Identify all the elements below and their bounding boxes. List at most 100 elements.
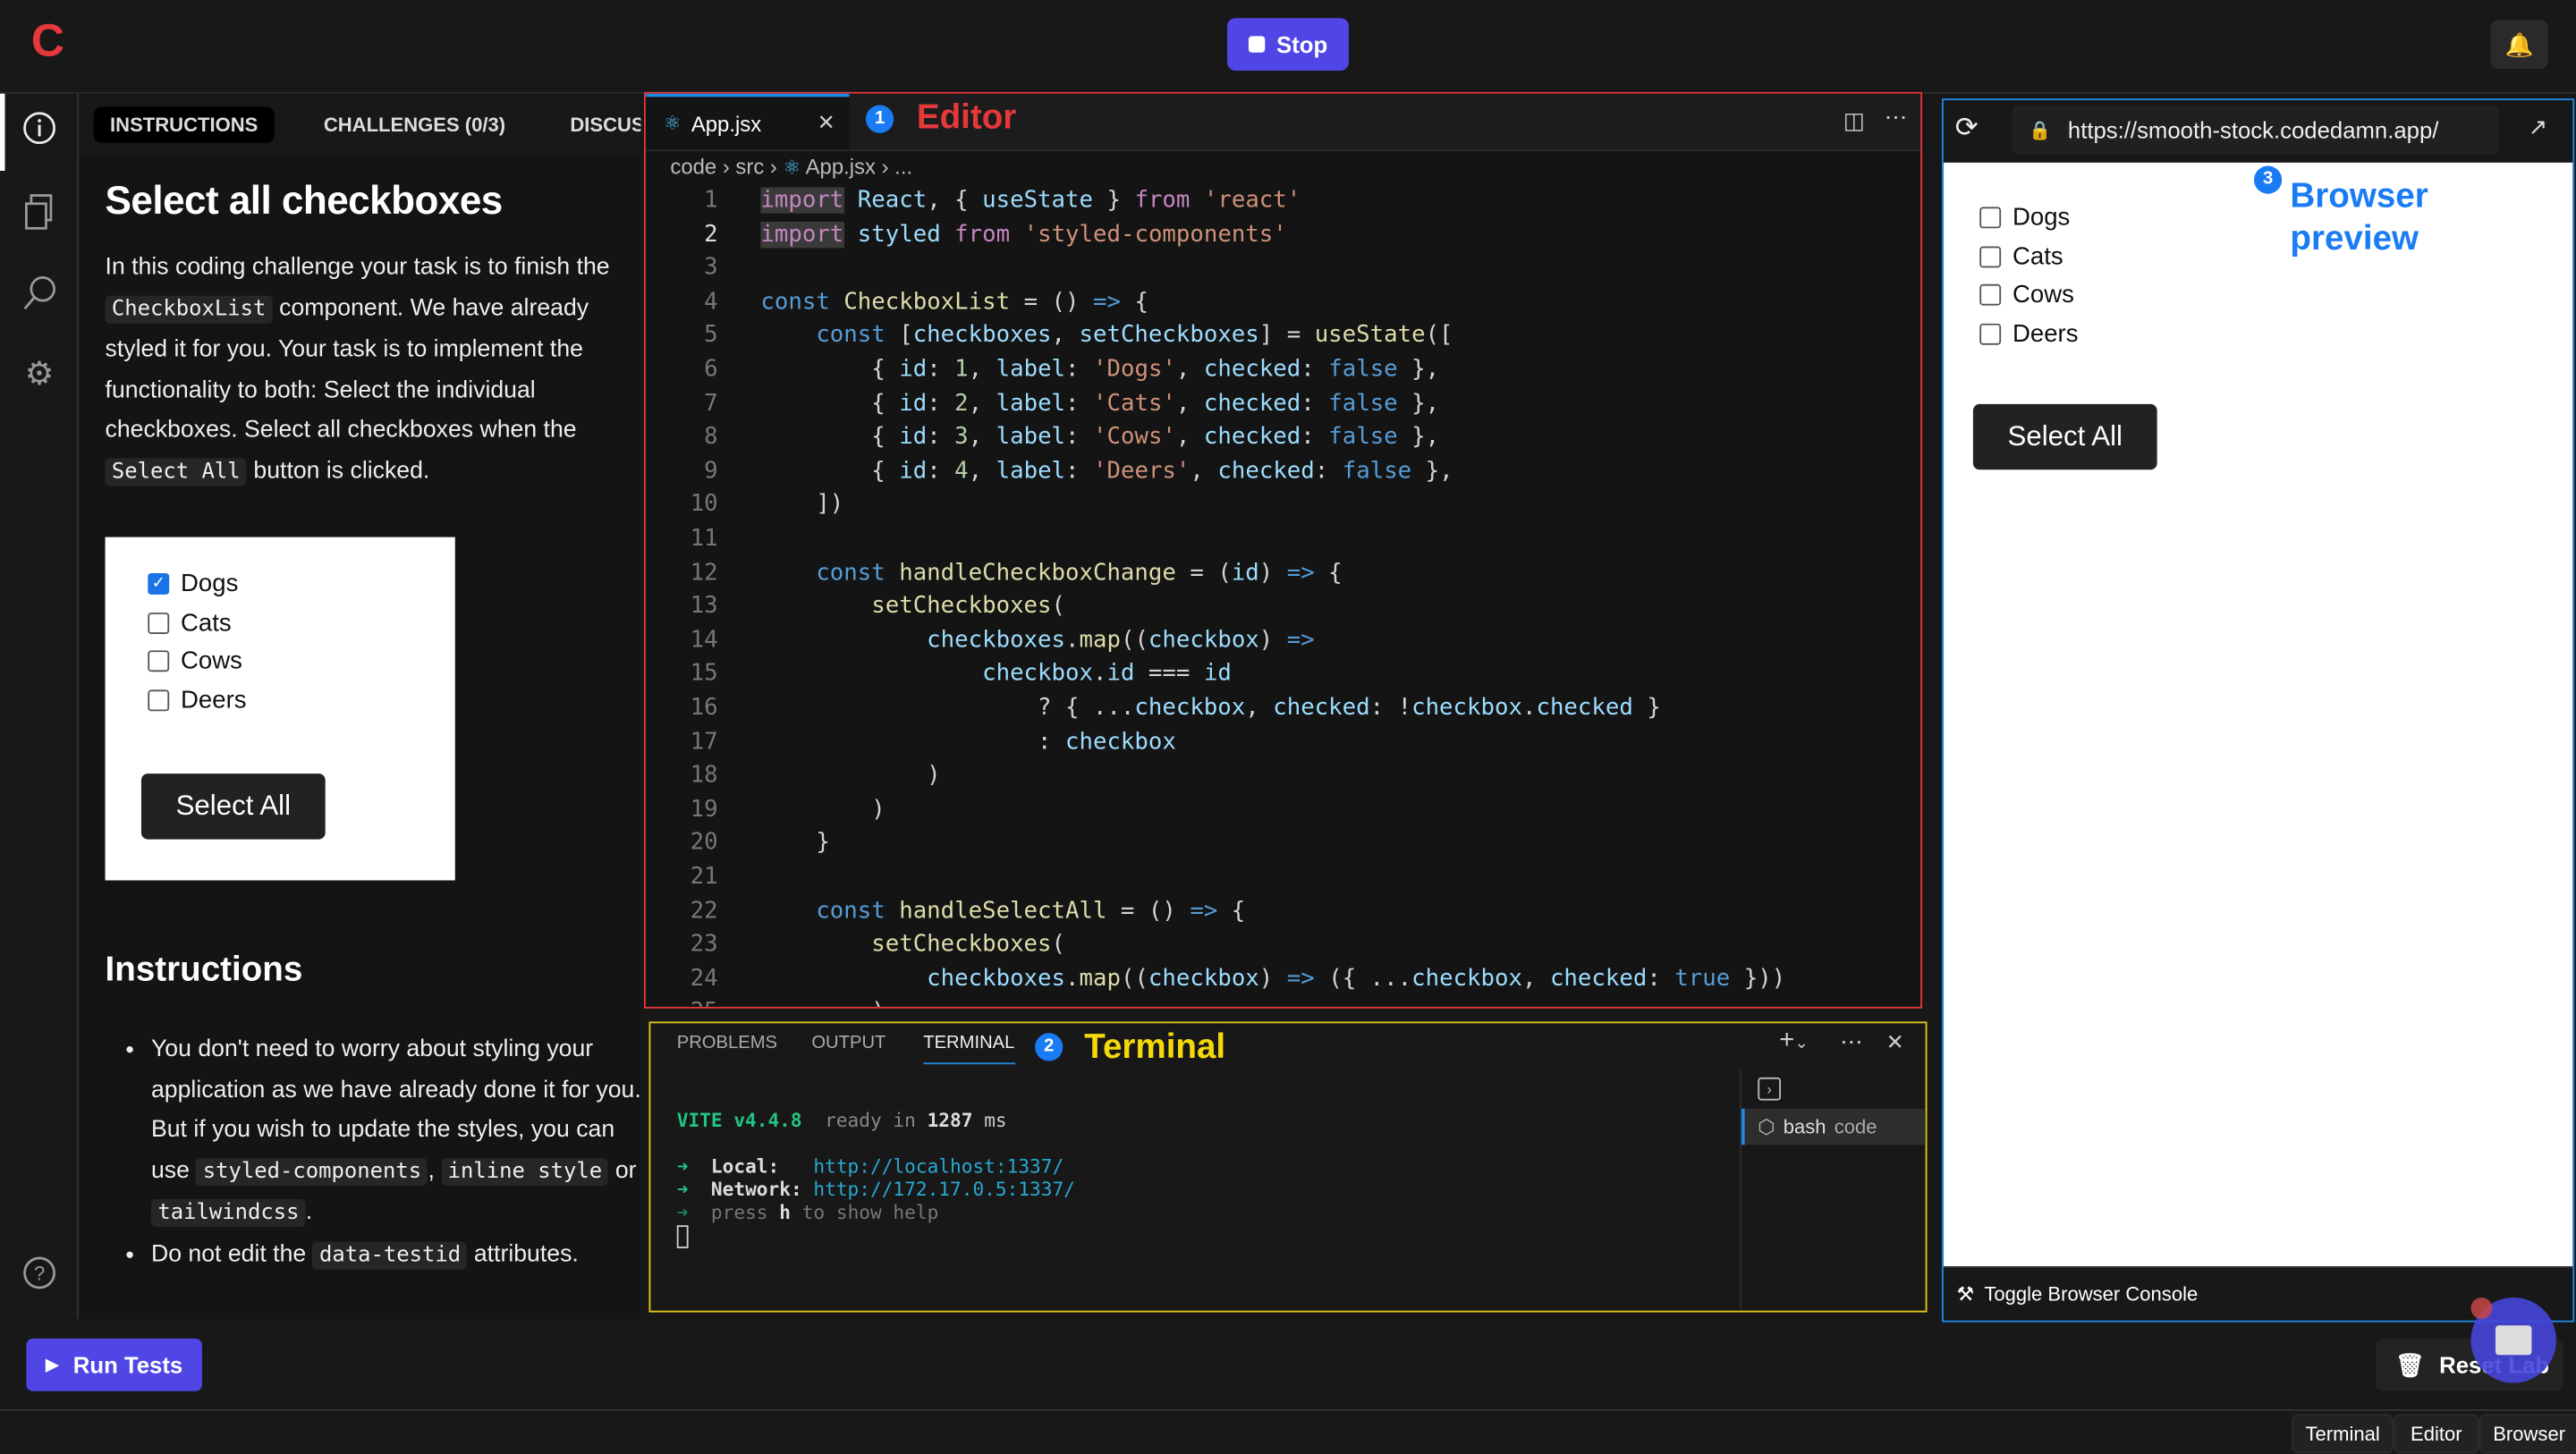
code-text: ]) xyxy=(760,488,843,522)
help-icon[interactable]: ? xyxy=(18,1255,61,1298)
code-token: : xyxy=(1065,356,1094,383)
code-token: false xyxy=(1328,424,1398,451)
tab-instructions[interactable]: INSTRUCTIONS xyxy=(93,106,275,143)
code-text: const handleSelectAll = () => { xyxy=(760,894,1245,928)
checkbox[interactable] xyxy=(1979,245,2002,267)
crumb[interactable]: ... xyxy=(894,155,912,180)
code-token: , xyxy=(968,424,996,451)
checkbox[interactable]: ✓ xyxy=(148,573,170,595)
network-url[interactable]: http://172.17.0.5:1337/ xyxy=(813,1178,1074,1201)
code-token: import xyxy=(760,221,844,248)
tab-label: App.jsx xyxy=(691,110,762,136)
tab-discussions[interactable]: DISCUSSIONS xyxy=(554,106,640,142)
checkbox-item[interactable]: Deers xyxy=(1979,319,2078,347)
code-token: , xyxy=(1175,390,1204,417)
checkbox[interactable] xyxy=(1979,283,2002,306)
checkbox[interactable] xyxy=(1979,207,2002,229)
checkbox[interactable] xyxy=(148,689,170,711)
code-token: { xyxy=(1120,288,1148,316)
code-token: checked xyxy=(1203,356,1301,383)
code-line: 23 setCheckboxes( xyxy=(646,928,1920,962)
code-token: 1 xyxy=(954,356,969,383)
code-token: ] = xyxy=(1258,322,1315,350)
code-token: const xyxy=(760,897,886,925)
checkbox-item[interactable]: Cats xyxy=(1979,242,2063,270)
browser-label: Browser preview xyxy=(2290,177,2428,258)
close-panel-icon[interactable]: ✕ xyxy=(1886,1030,1904,1056)
toggle-editor-button[interactable]: Editor xyxy=(2394,1414,2479,1454)
local-label: Local: xyxy=(710,1154,780,1178)
code-text: setCheckboxes( xyxy=(760,928,1065,962)
editor-badge: 1 xyxy=(865,105,894,133)
info-icon[interactable] xyxy=(18,110,61,153)
checkbox-item[interactable]: ✓ Dogs xyxy=(148,570,238,598)
code-token: : xyxy=(1065,458,1094,485)
browser-url-bar: ⟳ 🔒 https://smooth-stock.codedamn.app/ ↗ xyxy=(1944,100,2572,163)
tab-terminal[interactable]: TERMINAL xyxy=(923,1033,1015,1065)
trash-icon: 🗑 xyxy=(2394,1350,2425,1378)
code-line: 24 checkboxes.map((checkbox) => ({ ...ch… xyxy=(646,962,1920,996)
checkbox[interactable] xyxy=(1979,322,2002,344)
line-number: 10 xyxy=(690,491,718,519)
checkbox-item[interactable]: Cats xyxy=(148,609,232,637)
run-tests-button[interactable]: ▶ Run Tests xyxy=(26,1338,202,1391)
code-token: }, xyxy=(1397,356,1440,383)
lock-icon: 🔒 xyxy=(2029,120,2052,141)
line-number: 7 xyxy=(704,390,718,417)
terminal-instance-bash[interactable]: ⬡ bash code xyxy=(1741,1108,1926,1145)
code-line: 22 const handleSelectAll = () => { xyxy=(646,894,1920,928)
crumb[interactable]: src xyxy=(735,155,764,180)
local-url[interactable]: http://localhost:1337/ xyxy=(813,1154,1063,1178)
text: . xyxy=(305,1199,313,1226)
close-tab-icon[interactable]: ✕ xyxy=(818,110,835,136)
editor-tab-app-jsx[interactable]: ⚛ App.jsx ✕ xyxy=(645,93,850,150)
crumb[interactable]: App.jsx xyxy=(806,155,876,180)
code-text: import React, { useState } from 'react' xyxy=(760,184,1301,218)
split-editor-icon[interactable]: ◫ xyxy=(1843,106,1865,134)
notification-button[interactable]: 🔔 xyxy=(2490,20,2548,70)
stop-button[interactable]: Stop xyxy=(1227,18,1349,71)
terminal-cursor xyxy=(676,1225,689,1248)
crumb[interactable]: code xyxy=(670,155,716,180)
checkbox-item[interactable]: Deers xyxy=(148,686,247,714)
more-actions-icon[interactable]: ⋯ xyxy=(1840,1028,1863,1056)
checkbox-item[interactable]: Cows xyxy=(1979,281,2074,309)
code-token: => xyxy=(1286,965,1315,993)
tab-challenges[interactable]: CHALLENGES (0/3) xyxy=(307,106,521,142)
inline-code: tailwindcss xyxy=(150,1199,306,1228)
checkbox[interactable] xyxy=(148,650,170,672)
checkbox-item[interactable]: Cows xyxy=(148,647,242,675)
files-icon[interactable] xyxy=(18,192,61,235)
toggle-terminal-button[interactable]: Terminal xyxy=(2292,1414,2394,1454)
line-number: 15 xyxy=(690,661,718,688)
toggle-browser-button[interactable]: Browser xyxy=(2479,1414,2576,1454)
url-field[interactable]: 🔒 https://smooth-stock.codedamn.app/ xyxy=(2012,105,2499,155)
line-number: 1 xyxy=(704,187,718,214)
line-number: 6 xyxy=(704,356,718,383)
open-external-icon[interactable]: ↗ xyxy=(2529,114,2548,141)
tab-problems[interactable]: PROBLEMS xyxy=(677,1033,777,1052)
text: or xyxy=(608,1157,637,1184)
code-token: : xyxy=(927,390,955,417)
code-token: ( xyxy=(1051,931,1066,959)
tab-output[interactable]: OUTPUT xyxy=(811,1033,886,1052)
code-token: checkbox xyxy=(1065,728,1176,756)
code-token: { xyxy=(1314,559,1343,586)
refresh-icon[interactable]: ⟳ xyxy=(1955,112,1979,145)
more-actions-icon[interactable]: ⋯ xyxy=(1885,104,1908,131)
code-line: 7 { id: 2, label: 'Cats', checked: false… xyxy=(646,387,1920,421)
code-token: ) xyxy=(760,999,885,1006)
code-token: checked xyxy=(1273,694,1370,722)
select-all-button[interactable]: Select All xyxy=(1972,403,2157,470)
code-token: id xyxy=(899,424,928,451)
search-icon[interactable] xyxy=(18,273,61,316)
chat-icon xyxy=(2495,1325,2532,1356)
checkbox[interactable] xyxy=(148,612,170,634)
code-token: : xyxy=(1647,965,1675,993)
gear-icon[interactable]: ⚙ xyxy=(18,353,61,396)
line-number: 20 xyxy=(690,830,718,857)
codedamn-logo[interactable]: C xyxy=(31,15,64,68)
checkbox-item[interactable]: Dogs xyxy=(1979,204,2070,232)
code-token: : xyxy=(1301,390,1329,417)
new-terminal-icon[interactable]: +⌄ xyxy=(1779,1027,1809,1056)
